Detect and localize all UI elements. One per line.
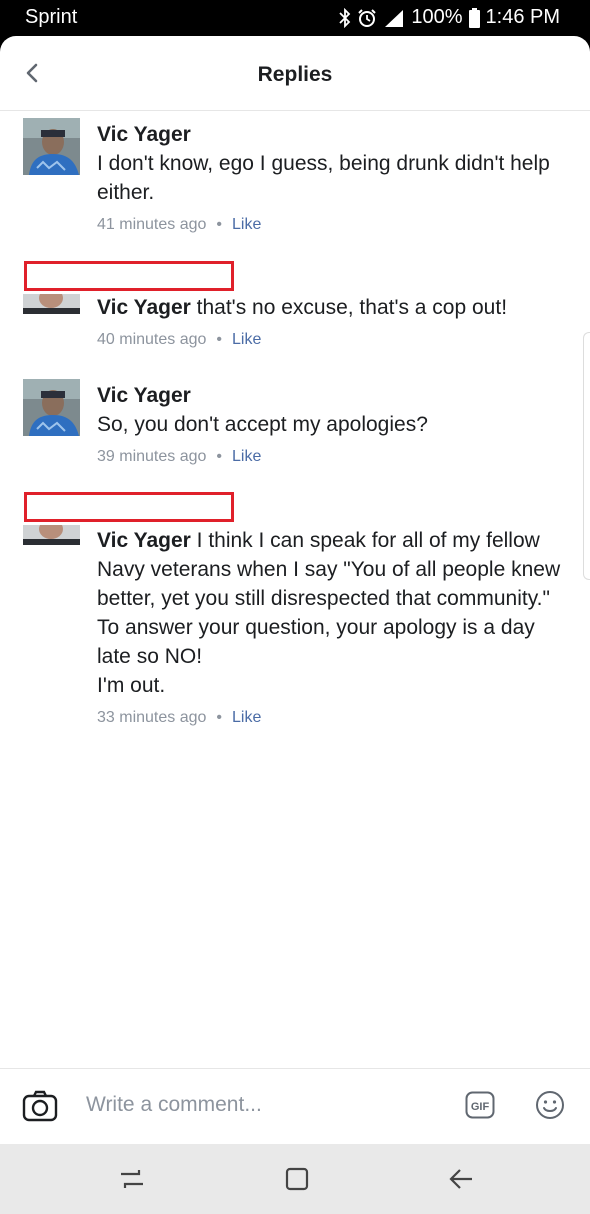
comment-timestamp: 40 minutes ago [97,331,207,348]
scrollbar[interactable] [583,332,590,580]
like-button[interactable]: Like [232,709,261,726]
comment-author[interactable]: Vic Yager [97,384,191,407]
avatar[interactable] [23,118,80,175]
recent-apps-icon[interactable] [117,1164,147,1194]
comment-text: So, you don't accept my apologies? [97,413,428,436]
carrier-label: Sprint [25,6,78,28]
gif-icon[interactable]: GIF [465,1091,495,1119]
comment-timestamp: 33 minutes ago [97,709,207,726]
lte-signal-icon [385,9,404,27]
like-button[interactable]: Like [232,448,261,465]
comment-composer: GIF [0,1068,590,1144]
replies-sheet: Replies Vic Yager I don't know, ego I gu… [0,36,590,1144]
comment-text: I'm out. [97,674,166,697]
svg-text:GIF: GIF [471,1101,490,1113]
comment-author[interactable]: Vic Yager [97,529,191,552]
redaction-box [24,261,234,291]
avatar[interactable] [23,294,80,314]
status-bar: Sprint 100% 1:46 PM [0,0,590,36]
comment-timestamp: 39 minutes ago [97,448,207,465]
battery-percent: 100% [411,6,463,28]
emoji-icon[interactable] [535,1090,565,1120]
comment-text: that's no excuse, that's a cop out! [196,296,508,319]
separator-dot: • [216,331,223,348]
comment-text: To answer your question, your apology is… [97,616,535,668]
comment-timestamp: 41 minutes ago [97,216,207,233]
clock: 1:46 PM [485,6,560,28]
comment-input[interactable] [86,1093,426,1117]
bluetooth-icon [339,7,351,28]
battery-icon [468,7,480,28]
header: Replies [0,36,590,111]
comment-meta: 41 minutes ago • Like [97,215,567,235]
system-nav-bar [0,1144,590,1214]
separator-dot: • [216,216,223,233]
comment-meta: 40 minutes ago • Like [97,330,567,350]
back-icon[interactable] [446,1164,476,1194]
comment-meta: 33 minutes ago • Like [97,708,567,728]
page-title: Replies [257,63,333,86]
comment-text: I don't know, ego I guess, being drunk d… [97,152,550,204]
redaction-box [24,492,234,522]
camera-icon[interactable] [22,1090,58,1122]
alarm-icon [358,8,377,27]
like-button[interactable]: Like [232,331,261,348]
separator-dot: • [216,448,223,465]
comment-author[interactable]: Vic Yager [97,123,191,146]
like-button[interactable]: Like [232,216,261,233]
home-icon[interactable] [282,1164,312,1194]
comment-meta: 39 minutes ago • Like [97,447,567,467]
avatar[interactable] [23,525,80,545]
avatar[interactable] [23,379,80,436]
separator-dot: • [216,709,223,726]
comment-author[interactable]: Vic Yager [97,296,191,319]
